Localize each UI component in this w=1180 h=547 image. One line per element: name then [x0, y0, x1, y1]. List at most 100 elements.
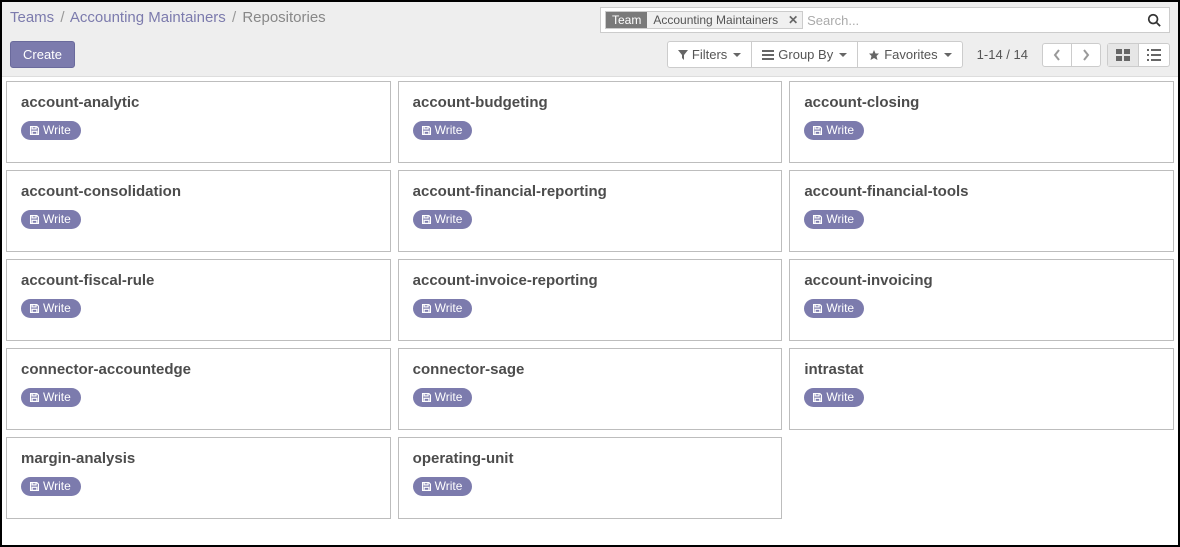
write-label: Write	[43, 301, 71, 315]
repo-title: margin-analysis	[21, 450, 376, 467]
repo-card[interactable]: account-financial-tools Write	[789, 170, 1174, 252]
repo-title: connector-accountedge	[21, 361, 376, 378]
save-icon	[812, 214, 823, 225]
write-button[interactable]: Write	[413, 388, 473, 407]
pager-text: 1-14 / 14	[969, 47, 1036, 62]
repo-card[interactable]: intrastat Write	[789, 348, 1174, 430]
repo-card[interactable]: account-analytic Write	[6, 81, 391, 163]
close-icon: ✕	[788, 13, 798, 27]
save-icon	[812, 392, 823, 403]
breadcrumb-sep: /	[60, 9, 64, 26]
write-label: Write	[43, 212, 71, 226]
save-icon	[29, 125, 40, 136]
write-button[interactable]: Write	[413, 210, 473, 229]
chevron-left-icon	[1053, 49, 1061, 61]
write-label: Write	[435, 390, 463, 404]
create-button[interactable]: Create	[10, 41, 75, 68]
repo-card[interactable]: connector-accountedge Write	[6, 348, 391, 430]
repo-title: account-invoice-reporting	[413, 272, 768, 289]
repo-title: account-consolidation	[21, 183, 376, 200]
write-label: Write	[435, 301, 463, 315]
repo-title: account-analytic	[21, 94, 376, 111]
repo-title: operating-unit	[413, 450, 768, 467]
write-button[interactable]: Write	[804, 299, 864, 318]
repo-card[interactable]: connector-sage Write	[398, 348, 783, 430]
repo-title: account-closing	[804, 94, 1159, 111]
repo-title: intrastat	[804, 361, 1159, 378]
write-button[interactable]: Write	[413, 299, 473, 318]
write-label: Write	[826, 123, 854, 137]
write-button[interactable]: Write	[21, 121, 81, 140]
write-button[interactable]: Write	[21, 210, 81, 229]
write-button[interactable]: Write	[413, 121, 473, 140]
save-icon	[421, 481, 432, 492]
save-icon	[29, 214, 40, 225]
chevron-right-icon	[1082, 49, 1090, 61]
filters-button[interactable]: Filters	[668, 42, 752, 67]
write-button[interactable]: Write	[804, 121, 864, 140]
view-kanban-button[interactable]	[1108, 44, 1139, 66]
write-label: Write	[435, 212, 463, 226]
save-icon	[421, 303, 432, 314]
repo-card[interactable]: account-financial-reporting Write	[398, 170, 783, 252]
favorites-button[interactable]: Favorites	[858, 42, 961, 67]
repo-title: account-invoicing	[804, 272, 1159, 289]
write-button[interactable]: Write	[21, 299, 81, 318]
repo-card[interactable]: account-consolidation Write	[6, 170, 391, 252]
repo-card[interactable]: account-invoicing Write	[789, 259, 1174, 341]
view-list-button[interactable]	[1139, 44, 1169, 66]
repo-card[interactable]: account-invoice-reporting Write	[398, 259, 783, 341]
breadcrumb-team-name[interactable]: Accounting Maintainers	[70, 9, 226, 26]
repo-title: connector-sage	[413, 361, 768, 378]
write-button[interactable]: Write	[21, 477, 81, 496]
write-button[interactable]: Write	[804, 210, 864, 229]
repo-card[interactable]: account-budgeting Write	[398, 81, 783, 163]
filter-icon	[678, 50, 688, 60]
write-label: Write	[43, 123, 71, 137]
save-icon	[421, 125, 432, 136]
favorites-label: Favorites	[884, 47, 937, 62]
pager-prev-button[interactable]	[1043, 44, 1072, 66]
search-input[interactable]	[807, 13, 1143, 28]
write-button[interactable]: Write	[413, 477, 473, 496]
write-button[interactable]: Write	[804, 388, 864, 407]
search-icon	[1147, 13, 1161, 27]
repo-title: account-financial-tools	[804, 183, 1159, 200]
repo-card[interactable]: account-closing Write	[789, 81, 1174, 163]
write-label: Write	[826, 301, 854, 315]
save-icon	[812, 303, 823, 314]
kanban-grid: account-analytic Write account-budgeting Wr…	[2, 77, 1178, 523]
group-by-label: Group By	[778, 47, 833, 62]
breadcrumb: Teams / Accounting Maintainers / Reposit…	[10, 7, 326, 26]
list-view-icon	[1147, 49, 1161, 61]
breadcrumb-teams[interactable]: Teams	[10, 9, 54, 26]
search-bar[interactable]: Team Accounting Maintainers ✕	[600, 7, 1170, 33]
pager-next-button[interactable]	[1072, 44, 1100, 66]
write-label: Write	[435, 123, 463, 137]
repo-card[interactable]: margin-analysis Write	[6, 437, 391, 519]
group-by-button[interactable]: Group By	[752, 42, 858, 67]
search-button[interactable]	[1143, 13, 1165, 27]
caret-down-icon	[839, 53, 847, 57]
repo-title: account-financial-reporting	[413, 183, 768, 200]
list-icon	[762, 50, 774, 60]
write-button[interactable]: Write	[21, 388, 81, 407]
search-facet-label: Team	[606, 12, 647, 28]
write-label: Write	[826, 390, 854, 404]
breadcrumb-current: Repositories	[242, 9, 325, 26]
caret-down-icon	[944, 53, 952, 57]
search-facet-remove[interactable]: ✕	[784, 13, 802, 27]
repo-card[interactable]: account-fiscal-ruleWrite	[6, 259, 391, 341]
save-icon	[29, 303, 40, 314]
caret-down-icon	[733, 53, 741, 57]
write-label: Write	[435, 479, 463, 493]
kanban-icon	[1116, 49, 1130, 61]
save-icon	[29, 392, 40, 403]
search-facet: Team Accounting Maintainers ✕	[605, 11, 803, 29]
repo-card[interactable]: operating-unit Write	[398, 437, 783, 519]
save-icon	[812, 125, 823, 136]
save-icon	[29, 481, 40, 492]
breadcrumb-sep: /	[232, 9, 236, 26]
repo-title: account-budgeting	[413, 94, 768, 111]
search-facet-value: Accounting Maintainers	[647, 12, 784, 28]
